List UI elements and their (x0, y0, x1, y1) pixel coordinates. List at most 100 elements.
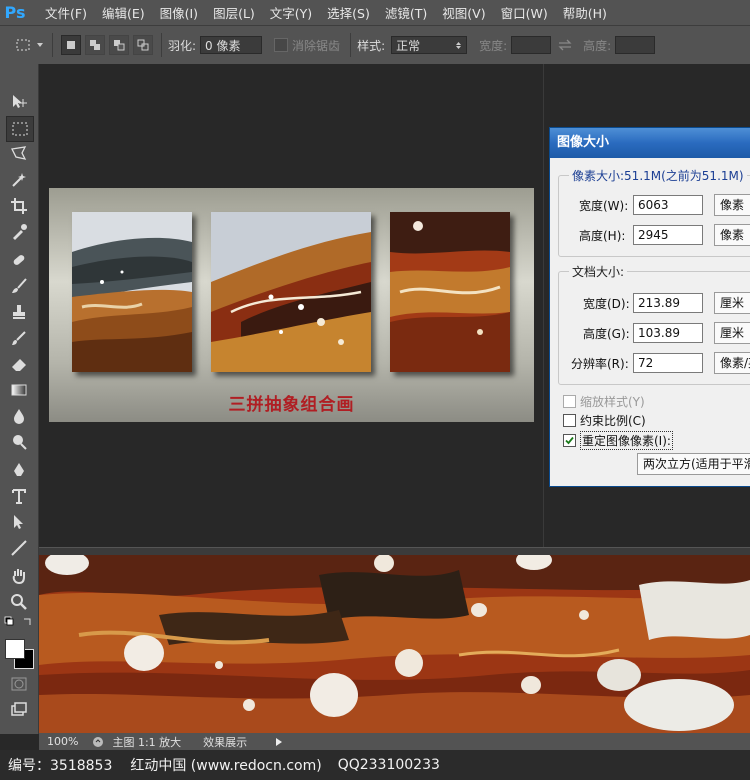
quick-mask-icon[interactable] (6, 672, 32, 696)
height-label: 高度: (583, 38, 612, 53)
foreground-color-swatch[interactable] (5, 639, 25, 659)
scale-styles-checkbox[interactable] (563, 395, 576, 408)
canvas-divider (543, 64, 544, 547)
pixel-height-unit-select[interactable]: 像素 (714, 224, 750, 246)
hand-tool-icon[interactable] (6, 564, 32, 588)
subtract-selection-button[interactable] (109, 35, 129, 55)
line-tool-icon[interactable] (6, 536, 32, 560)
left-canvas-panel (72, 212, 192, 372)
color-swap-icons[interactable] (4, 616, 34, 628)
menu-help[interactable]: 帮助(H) (563, 3, 607, 22)
resample-method-select[interactable]: 两次立方(适用于平滑渐变) (637, 453, 750, 475)
constrain-option[interactable]: 约束比例(C) (563, 412, 646, 429)
pixel-height-label: 高度(H): (579, 229, 626, 243)
type-tool-icon[interactable] (6, 484, 32, 508)
menu-bar: Ps 文件(F) 编辑(E) 图像(I) 图层(L) 文字(Y) 选择(S) 滤… (0, 0, 750, 25)
width-input[interactable] (511, 36, 552, 54)
footer-id: 编号：3518853 (8, 758, 113, 774)
chevron-down-icon[interactable] (34, 34, 46, 56)
resolution-unit-select[interactable]: 像素/英寸 (714, 352, 750, 374)
pen-tool-icon[interactable] (6, 458, 32, 482)
status-effect-label: 效果展示 (203, 735, 248, 749)
toolbox (0, 64, 39, 734)
doc-width-unit-select[interactable]: 厘米 (714, 292, 750, 314)
lasso-tool-icon[interactable] (6, 142, 32, 166)
menu-view[interactable]: 视图(V) (442, 3, 485, 22)
document-preview: 三拼抽象组合画 (49, 188, 534, 422)
crop-tool-icon[interactable] (6, 194, 32, 218)
zoom-level[interactable]: 100% (47, 735, 78, 748)
healing-brush-tool-icon[interactable] (6, 248, 32, 272)
eyedropper-tool-icon[interactable] (6, 220, 32, 244)
width-label: 宽度: (479, 38, 508, 53)
zoom-tool-icon[interactable] (6, 590, 32, 614)
clone-stamp-tool-icon[interactable] (6, 300, 32, 324)
brush-tool-icon[interactable] (6, 274, 32, 298)
footer-site: 红动中国 (www.redocn.com) (130, 758, 322, 774)
dialog-title[interactable]: 图像大小 (550, 128, 750, 158)
resample-checkbox[interactable] (563, 434, 576, 447)
dodge-tool-icon[interactable] (6, 430, 32, 454)
divider (52, 33, 53, 57)
menu-type[interactable]: 文字(Y) (270, 3, 312, 22)
pixel-size-label: 像素大小:51.1M(之前为51.1M) (569, 167, 747, 184)
antialias-label: 消除锯齿 (292, 38, 341, 53)
swap-arrows-icon[interactable] (551, 34, 579, 56)
doc-height-unit-select[interactable]: 厘米 (714, 322, 750, 344)
magic-wand-tool-icon[interactable] (6, 168, 32, 192)
doc-width-label: 宽度(D): (583, 297, 630, 311)
footer-watermark: 编号：3518853 红动中国 (www.redocn.com) QQ23310… (0, 750, 750, 780)
scale-styles-label: 缩放样式(Y) (580, 395, 645, 409)
menu-file[interactable]: 文件(F) (45, 3, 87, 22)
checkmark-icon (565, 436, 574, 445)
pixel-dimensions-group: 像素大小:51.1M(之前为51.1M) 宽度(W): 6063 像素 高度(H… (558, 167, 750, 257)
pixel-width-label: 宽度(W): (579, 199, 629, 213)
doc-width-input[interactable]: 213.89 (633, 293, 703, 313)
resolution-label: 分辨率(R): (571, 357, 629, 371)
zoomed-artwork-view[interactable] (39, 555, 750, 733)
doc-size-label: 文档大小: (569, 263, 628, 280)
status-info-icon[interactable] (92, 736, 104, 748)
select-arrows-icon (456, 42, 462, 49)
pixel-width-unit-select[interactable]: 像素 (714, 194, 750, 216)
pixel-width-input[interactable]: 6063 (633, 195, 703, 215)
menu-image[interactable]: 图像(I) (160, 3, 198, 22)
menu-edit[interactable]: 编辑(E) (102, 3, 145, 22)
play-arrow-icon[interactable] (275, 737, 283, 747)
image-size-dialog: 图像大小 像素大小:51.1M(之前为51.1M) 宽度(W): 6063 像素… (549, 127, 750, 487)
screen-mode-icon[interactable] (6, 698, 32, 722)
antialias-checkbox[interactable] (274, 38, 289, 52)
blur-tool-icon[interactable] (6, 404, 32, 428)
history-brush-tool-icon[interactable] (6, 326, 32, 350)
status-main-label: 主图 1:1 放大 (112, 735, 182, 749)
height-input[interactable] (615, 36, 656, 54)
divider (350, 33, 352, 57)
document-caption: 三拼抽象组合画 (228, 395, 355, 415)
pixel-height-input[interactable]: 2945 (633, 225, 703, 245)
path-selection-tool-icon[interactable] (6, 510, 32, 534)
constrain-label: 约束比例(C) (580, 414, 646, 428)
resample-option[interactable]: 重定图像像素(I): (563, 431, 673, 450)
marquee-preset-icon[interactable] (12, 34, 34, 56)
middle-canvas-panel (211, 212, 371, 372)
eraser-tool-icon[interactable] (6, 352, 32, 376)
rectangular-marquee-tool-icon[interactable] (6, 116, 34, 142)
doc-height-input[interactable]: 103.89 (633, 323, 703, 343)
scale-styles-option[interactable]: 缩放样式(Y) (563, 393, 645, 410)
options-bar: 羽化: 0 像素 消除锯齿 样式: 正常 宽度: 高度: (0, 25, 750, 65)
constrain-checkbox[interactable] (563, 414, 576, 427)
new-selection-button[interactable] (61, 35, 81, 55)
menu-filter[interactable]: 滤镜(T) (385, 3, 427, 22)
style-select[interactable]: 正常 (391, 36, 468, 54)
feather-input[interactable]: 0 像素 (200, 36, 263, 54)
footer-qq: QQ233100233 (337, 757, 440, 773)
resolution-input[interactable]: 72 (633, 353, 703, 373)
menu-select[interactable]: 选择(S) (327, 3, 370, 22)
move-tool-icon[interactable] (6, 90, 32, 114)
style-label: 样式: (357, 38, 386, 53)
intersect-selection-button[interactable] (133, 35, 153, 55)
menu-window[interactable]: 窗口(W) (501, 3, 548, 22)
menu-layer[interactable]: 图层(L) (213, 3, 255, 22)
gradient-tool-icon[interactable] (6, 378, 32, 402)
add-selection-button[interactable] (85, 35, 105, 55)
